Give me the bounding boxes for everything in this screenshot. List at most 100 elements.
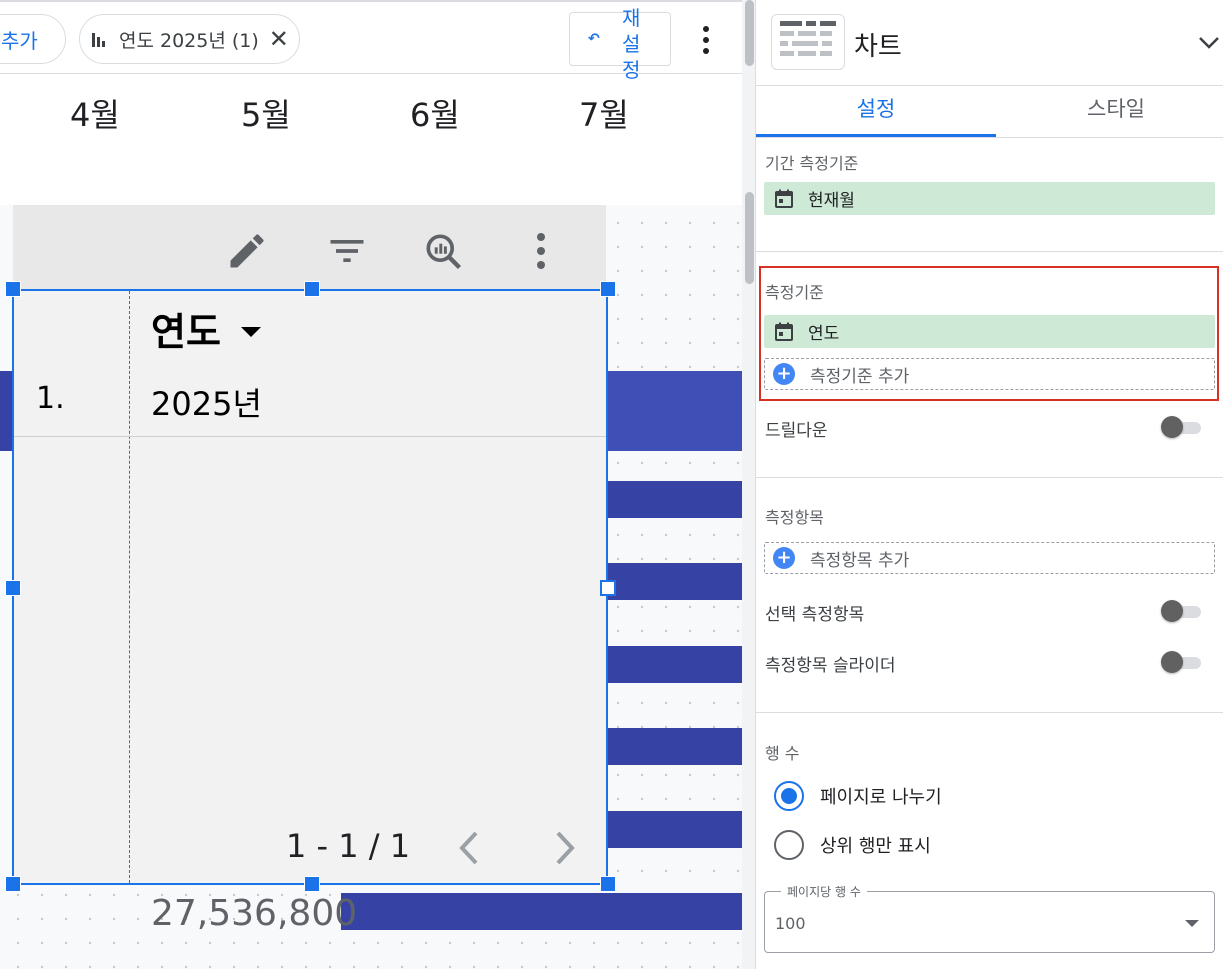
month-label: 7월 — [579, 96, 629, 134]
tab-setup-label: 설정 — [856, 97, 896, 121]
chevron-right-icon[interactable] — [552, 829, 578, 867]
radio-top-rows-label: 상위 행만 표시 — [820, 836, 931, 857]
column-divider — [129, 291, 130, 883]
chart-bar — [608, 811, 742, 848]
table-chart[interactable]: 연도 1. 2025년 1 - 1 / 1 — [12, 289, 608, 885]
optional-metrics-label: 선택 측정항목 — [765, 605, 865, 625]
scrollbar-thumb[interactable] — [745, 192, 754, 284]
metric-slider-row: 측정항목 슬라이더 — [765, 649, 1205, 677]
chart-more-icon[interactable] — [535, 233, 547, 269]
rows-label: 행 수 — [765, 744, 800, 763]
add-metric-button[interactable]: + 측정항목 추가 — [764, 542, 1215, 574]
chart-bar — [341, 893, 742, 930]
tab-indicator — [756, 134, 996, 137]
radio-top-rows-button[interactable] — [774, 830, 804, 860]
chevron-left-icon[interactable] — [456, 829, 482, 867]
add-filter-label: 추가 — [1, 28, 38, 53]
rows-per-page-label: 페이지당 행 수 — [781, 883, 867, 900]
add-filter-chip[interactable]: 추가 — [0, 14, 66, 64]
properties-panel: 차트 설정 스타일 기간 측정기준 현재월 측정기준 연도 + 측정기준 추가 … — [755, 0, 1223, 969]
tab-setup[interactable]: 설정 — [756, 86, 996, 138]
scorecard-value: 27,536,800 — [151, 893, 358, 934]
calendar-icon — [775, 322, 793, 341]
resize-handle[interactable] — [5, 876, 21, 892]
more-vert-icon[interactable] — [696, 26, 716, 54]
report-canvas: 추가 연도 2025년 (1) ✕ ↶ 재설정 4월 5월 6월 7월 연도 1… — [0, 0, 755, 969]
row-index: 1. — [36, 381, 65, 416]
metric-slider-toggle[interactable] — [1161, 651, 1201, 673]
sort-arrow-icon — [240, 326, 261, 337]
month-label: 4월 — [70, 96, 120, 134]
date-range-dimension-chip[interactable]: 현재월 — [764, 182, 1215, 215]
radio-top-rows[interactable]: 상위 행만 표시 — [774, 828, 931, 862]
dimension-field: 연도 — [808, 324, 840, 344]
undo-icon: ↶ — [588, 31, 600, 47]
optional-metrics-toggle[interactable] — [1161, 600, 1201, 622]
drilldown-label: 드릴다운 — [765, 421, 828, 441]
drilldown-toggle[interactable] — [1161, 416, 1201, 438]
bar-chart-icon — [92, 31, 105, 47]
resize-handle[interactable] — [600, 876, 616, 892]
dimension-chip[interactable]: 연도 — [764, 315, 1215, 348]
add-dimension-label: 측정기준 추가 — [810, 366, 910, 387]
dropdown-arrow-icon — [1185, 920, 1199, 927]
tab-style-label: 스타일 — [1087, 97, 1145, 121]
table-header-label: 연도 — [151, 310, 221, 354]
panel-title: 차트 — [854, 32, 902, 62]
scrollbar-thumb[interactable] — [745, 0, 754, 66]
resize-handle[interactable] — [600, 281, 616, 297]
chevron-down-icon[interactable] — [1196, 30, 1222, 56]
add-icon: + — [773, 363, 795, 385]
table-chart-icon[interactable] — [771, 14, 845, 70]
resize-handle[interactable] — [5, 281, 21, 297]
radio-paginate-label: 페이지로 나누기 — [820, 787, 942, 808]
explore-chart-icon[interactable] — [421, 229, 465, 273]
section-divider — [756, 477, 1223, 478]
radio-paginate-button[interactable] — [774, 781, 804, 811]
filter-bar: 추가 연도 2025년 (1) ✕ ↶ 재설정 — [0, 0, 742, 82]
chart-bar — [0, 371, 12, 451]
section-divider — [756, 712, 1223, 713]
year-filter-label: 연도 2025년 (1) — [119, 29, 259, 52]
rows-per-page-select[interactable]: 페이지당 행 수 100 — [764, 883, 1215, 953]
row-divider — [14, 436, 606, 437]
month-label: 6월 — [410, 96, 460, 134]
tab-style[interactable]: 스타일 — [996, 86, 1223, 138]
date-range-dimension-field: 현재월 — [808, 191, 855, 211]
calendar-icon — [775, 189, 793, 208]
reset-button-label: 재설정 — [622, 6, 641, 82]
chart-bar — [608, 646, 742, 683]
edit-pencil-icon[interactable] — [225, 229, 269, 273]
section-divider — [756, 251, 1223, 252]
panel-header: 차트 — [756, 0, 1223, 86]
radio-paginate[interactable]: 페이지로 나누기 — [774, 779, 942, 813]
rows-per-page-value: 100 — [775, 914, 806, 933]
month-axis: 4월 5월 6월 7월 — [0, 90, 742, 134]
add-metric-label: 측정항목 추가 — [810, 550, 910, 571]
row-value: 2025년 — [151, 385, 262, 423]
metric-label: 측정항목 — [765, 508, 824, 527]
add-icon: + — [773, 547, 795, 569]
month-label: 5월 — [241, 96, 291, 134]
scrollbar[interactable] — [742, 0, 755, 969]
resize-handle[interactable] — [600, 580, 616, 596]
metric-slider-label: 측정항목 슬라이더 — [765, 656, 896, 676]
date-range-dimension-label: 기간 측정기준 — [765, 154, 859, 173]
close-icon[interactable]: ✕ — [269, 27, 289, 51]
reset-button[interactable]: ↶ 재설정 — [569, 6, 671, 82]
dimension-label: 측정기준 — [765, 283, 824, 302]
drilldown-row: 드릴다운 — [765, 414, 1205, 442]
year-filter-chip[interactable]: 연도 2025년 (1) ✕ — [79, 14, 300, 64]
resize-handle[interactable] — [304, 281, 320, 297]
resize-handle[interactable] — [304, 876, 320, 892]
resize-handle[interactable] — [5, 580, 21, 596]
chart-bar — [608, 481, 742, 518]
optional-metrics-row: 선택 측정항목 — [765, 598, 1205, 626]
app-root: 추가 연도 2025년 (1) ✕ ↶ 재설정 4월 5월 6월 7월 연도 1… — [0, 0, 1223, 969]
add-dimension-button[interactable]: + 측정기준 추가 — [764, 358, 1215, 390]
filter-icon[interactable] — [325, 229, 369, 273]
chart-bar — [608, 563, 742, 600]
chart-bar — [608, 371, 742, 451]
panel-tabs: 설정 스타일 — [756, 86, 1223, 138]
table-header[interactable]: 연도 — [151, 301, 261, 356]
